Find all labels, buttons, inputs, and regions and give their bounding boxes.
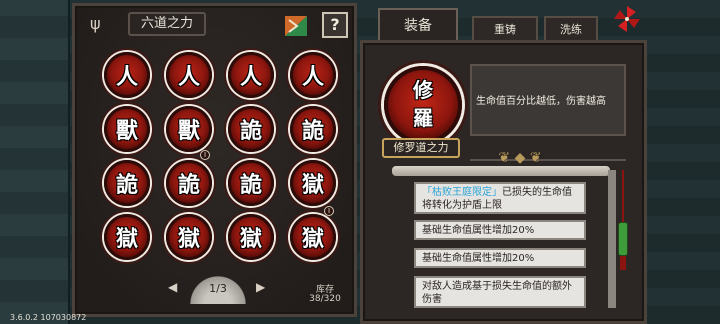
- rune-orb[interactable]: 人: [228, 52, 274, 98]
- tab-wash[interactable]: 洗练: [544, 16, 598, 42]
- tab-equip[interactable]: 装备: [378, 8, 458, 42]
- rune-orb[interactable]: 詭: [166, 160, 212, 206]
- pinwheel-icon[interactable]: [612, 4, 642, 34]
- jade-pendant-icon: [618, 222, 628, 256]
- upgrade-badge-icon: I: [324, 206, 334, 216]
- selected-rune-orb: 修 羅: [384, 66, 462, 144]
- next-page-arrow-icon[interactable]: ▶: [256, 280, 265, 294]
- trident-icon: ψ: [90, 14, 101, 33]
- rune-orb[interactable]: 詭: [104, 160, 150, 206]
- background-wall: [0, 0, 70, 324]
- prev-page-arrow-icon[interactable]: ◀: [168, 280, 177, 294]
- sort-icon[interactable]: [283, 14, 309, 38]
- tassel-icon: [620, 256, 626, 270]
- rune-orb[interactable]: 獄: [104, 214, 150, 260]
- rune-orb[interactable]: 獸: [104, 106, 150, 152]
- help-button[interactable]: ?: [322, 12, 348, 38]
- stock-value: 38/320: [309, 294, 341, 304]
- rune-orb[interactable]: 獄: [290, 214, 336, 260]
- rune-orb[interactable]: 獄: [228, 214, 274, 260]
- rune-orb[interactable]: 詭: [290, 106, 336, 152]
- version-label: 3.6.0.2 107030872: [10, 313, 87, 322]
- item-name: 修罗道之力: [382, 138, 460, 158]
- tab-reforge[interactable]: 重铸: [472, 16, 538, 42]
- rune-orb[interactable]: 獄: [290, 160, 336, 206]
- rune-orb[interactable]: 詭: [228, 106, 274, 152]
- cord: [622, 170, 624, 222]
- scroll-pole: [608, 170, 616, 308]
- rune-orb[interactable]: 獸: [166, 106, 212, 152]
- attribute-row: 「枯败王庭限定」已损失的生命值将转化为护盾上限: [414, 182, 586, 214]
- rune-orb[interactable]: 人: [290, 52, 336, 98]
- attribute-row: 基础生命值属性增加20%: [414, 220, 586, 240]
- effect-text: 生命值百分比越低，伤害越高: [476, 96, 606, 107]
- rune-orb[interactable]: 人: [166, 52, 212, 98]
- rune-orb[interactable]: 獄: [166, 214, 212, 260]
- rune-orb[interactable]: 人: [104, 52, 150, 98]
- page-indicator: 1/3: [209, 282, 227, 295]
- attribute-row: 基础生命值属性增加20%: [414, 248, 586, 268]
- attribute-row: 对敌人造成基于损失生命值的额外伤害: [414, 276, 586, 308]
- panel-title: 六道之力: [128, 12, 206, 36]
- upgrade-badge-icon: I: [200, 150, 210, 160]
- rune-orb[interactable]: 詭: [228, 160, 274, 206]
- scroll-roller: [392, 166, 610, 176]
- rune-grid: 人 人 人 人 獸 獸 詭 詭 詭 詭 詭 獄 獄 獄 獄 獄 I I: [96, 46, 346, 266]
